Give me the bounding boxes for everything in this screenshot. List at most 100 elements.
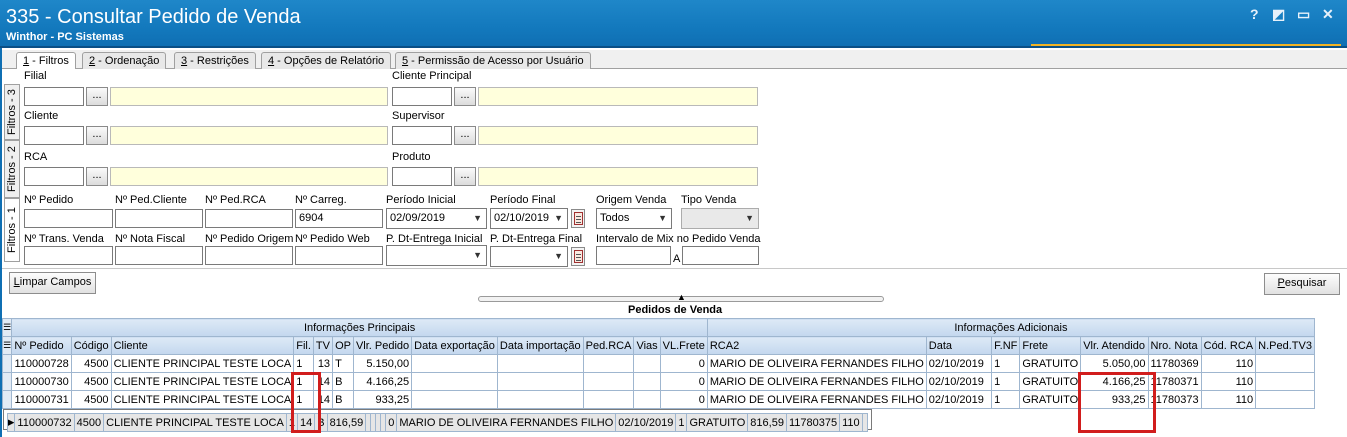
vtab-filtros-1[interactable]: Filtros - 1 <box>4 198 20 262</box>
rca-code-input[interactable] <box>24 167 84 186</box>
supervisor-code-input[interactable] <box>392 126 452 145</box>
restore-icon[interactable]: ◩ <box>1272 6 1285 23</box>
produto-code-input[interactable] <box>392 167 452 186</box>
n-trans-venda-input[interactable] <box>24 246 113 265</box>
pesquisar-button[interactable]: Pesquisar <box>1264 273 1340 295</box>
tab-permissao-acesso[interactable]: 5 - Permissão de Acesso por Usuário <box>395 52 591 69</box>
col-frete[interactable]: Frete <box>1019 336 1082 355</box>
cell-vias <box>633 372 661 391</box>
cell-nro-nota: 11780369 <box>1147 354 1202 373</box>
filial-name-field <box>110 87 388 106</box>
col-vias[interactable]: Vias <box>633 336 661 355</box>
origem-venda-label: Origem Venda <box>596 194 667 206</box>
row-indicator[interactable] <box>1 372 13 391</box>
collapse-up-icon[interactable]: ▲ <box>677 292 686 302</box>
filter-panel: Filtros - 3 Filtros - 2 Filtros - 1 Fili… <box>2 69 1347 269</box>
p-dt-entrega-inicial-label: P. Dt-Entrega Inicial <box>386 233 483 245</box>
table-row[interactable]: ▶ 110000732 4500 CLIENTE PRINCIPAL TESTE LO… <box>2 409 872 432</box>
filial-lookup-button[interactable]: ... <box>86 87 108 106</box>
cell-n-ped-tv3 <box>1255 354 1315 373</box>
row-pointer-icon[interactable]: ▶ <box>6 413 16 432</box>
n-ped-cliente-input[interactable] <box>115 209 203 228</box>
n-nota-fiscal-input[interactable] <box>115 246 203 265</box>
minimize-icon[interactable]: ▭ <box>1297 6 1310 23</box>
limpar-campos-button[interactable]: Limpar Campos <box>9 272 96 294</box>
col-f-nf[interactable]: F.NF <box>991 336 1021 355</box>
tab-restricoes[interactable]: 3 - Restrições <box>174 52 256 69</box>
supervisor-lookup-button[interactable]: ... <box>454 126 476 145</box>
col-codigo[interactable]: Código <box>70 336 112 355</box>
col-rca2[interactable]: RCA2 <box>706 336 927 355</box>
p-dt-entrega-final-calendar-button[interactable] <box>571 247 585 266</box>
col-tv[interactable]: TV <box>312 336 334 355</box>
cliente-principal-code-input[interactable] <box>392 87 452 106</box>
cell-vl-frete: 0 <box>659 390 708 409</box>
col-data-importacao[interactable]: Data importação <box>496 336 584 355</box>
n-pedido-web-input[interactable] <box>295 246 383 265</box>
tab-filtros[interactable]: 1 - Filtros <box>16 52 76 70</box>
col-op[interactable]: OP <box>332 336 354 355</box>
cell-codigo: 4500 <box>70 372 112 391</box>
cell-data: 02/10/2019 <box>925 354 993 373</box>
cell-ped-rca <box>582 390 635 409</box>
produto-lookup-button[interactable]: ... <box>454 167 476 186</box>
grid-title: Pedidos de Venda <box>628 304 723 316</box>
cell-op: B <box>332 390 354 409</box>
tab-opcoes-relatorio[interactable]: 4 - Opções de Relatório <box>261 52 392 69</box>
cliente-lookup-button[interactable]: ... <box>86 126 108 145</box>
col-n-ped-tv3[interactable]: N.Ped.TV3 <box>1255 336 1315 355</box>
cell-vlr-atendido: 816,59 <box>747 413 787 432</box>
filial-code-input[interactable] <box>24 87 84 106</box>
cell-data: 02/10/2019 <box>615 413 677 432</box>
col-data[interactable]: Data <box>925 336 993 355</box>
col-ped-rca[interactable]: Ped.RCA <box>582 336 635 355</box>
supervisor-name-field <box>478 126 758 145</box>
window-title: 335 - Consultar Pedido de Venda <box>6 6 301 28</box>
periodo-final-picker[interactable]: 02/10/2019 ▼ <box>490 208 568 229</box>
col-nro-nota[interactable]: Nro. Nota <box>1147 336 1202 355</box>
p-dt-entrega-inicial-picker[interactable]: ▼ <box>386 245 487 266</box>
col-vl-frete[interactable]: VL.Frete <box>659 336 708 355</box>
calendar-icon <box>574 250 583 263</box>
rca-lookup-button[interactable]: ... <box>86 167 108 186</box>
close-icon[interactable]: ✕ <box>1322 6 1334 23</box>
cell-vias <box>633 390 661 409</box>
column-menu-icon[interactable]: ☰ <box>1 336 13 355</box>
grid-menu-icon[interactable]: ☰ <box>1 318 13 337</box>
n-pedido-origem-input[interactable] <box>205 246 293 265</box>
n-ped-rca-input[interactable] <box>205 209 293 228</box>
col-cod-rca[interactable]: Cód. RCA <box>1200 336 1257 355</box>
cell-n-pedido: 110000731 <box>11 390 72 409</box>
n-pedido-input[interactable] <box>24 209 113 228</box>
cell-n-pedido: 110000730 <box>11 372 72 391</box>
n-carreg-input[interactable]: 6904 <box>295 209 383 228</box>
row-indicator[interactable] <box>1 354 13 373</box>
cell-rca2: MARIO DE OLIVEIRA FERNANDES FILHO <box>396 413 617 432</box>
tab-ordenacao[interactable]: 2 - Ordenação <box>82 52 167 69</box>
table-row[interactable]: 110000728 4500 CLIENTE PRINCIPAL TESTE LOC… <box>1 354 1315 373</box>
col-data-exportacao[interactable]: Data exportação <box>411 336 498 355</box>
cliente-principal-lookup-button[interactable]: ... <box>454 87 476 106</box>
cliente-code-input[interactable] <box>24 126 84 145</box>
periodo-inicial-picker[interactable]: 02/09/2019 ▼ <box>386 208 487 229</box>
vtab-filtros-3[interactable]: Filtros - 3 <box>4 84 20 140</box>
col-vlr-atendido[interactable]: Vlr. Atendido <box>1080 336 1149 355</box>
col-fil[interactable]: Fil. <box>293 336 314 355</box>
row-indicator[interactable] <box>1 390 13 409</box>
p-dt-entrega-final-picker[interactable]: ▼ <box>490 246 568 267</box>
col-cliente[interactable]: Cliente <box>110 336 295 355</box>
cell-vlr-pedido: 816,59 <box>326 413 367 432</box>
col-vlr-pedido[interactable]: Vlr. Pedido <box>352 336 413 355</box>
n-carreg-label: Nº Carreg. <box>295 194 347 206</box>
col-n-pedido[interactable]: Nº Pedido <box>11 336 72 355</box>
help-icon[interactable]: ? <box>1250 6 1259 22</box>
origem-venda-select[interactable]: Todos ▼ <box>596 208 672 229</box>
periodo-final-calendar-button[interactable] <box>571 209 585 228</box>
intervalo-mix-from-input[interactable] <box>596 246 671 265</box>
intervalo-mix-to-input[interactable] <box>682 246 759 265</box>
group-header-adicionais: Informações Adicionais <box>706 318 1316 337</box>
tipo-venda-select[interactable]: ▼ <box>681 208 759 229</box>
cell-codigo: 4500 <box>70 354 112 373</box>
vtab-filtros-2[interactable]: Filtros - 2 <box>4 140 20 198</box>
cell-data: 02/10/2019 <box>925 372 993 391</box>
